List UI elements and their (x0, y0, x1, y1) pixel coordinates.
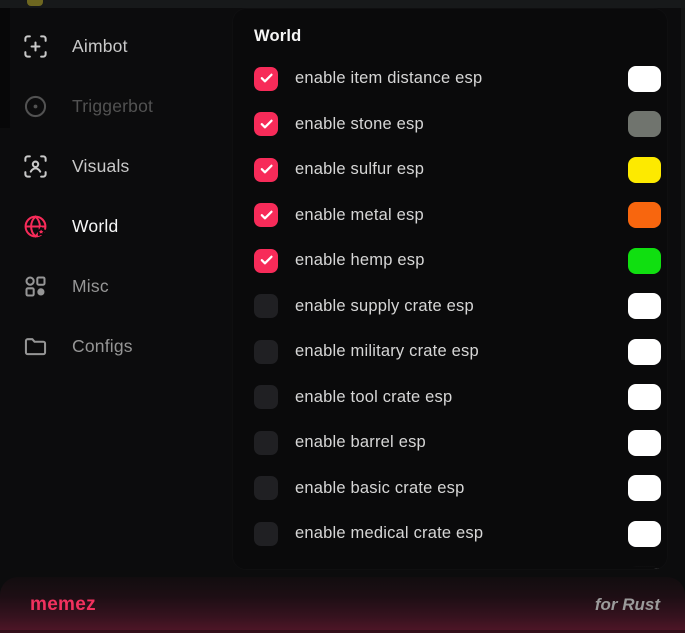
esp-color-swatch[interactable] (628, 202, 661, 228)
esp-option-label: enable stone esp (295, 115, 628, 134)
esp-color-swatch[interactable] (628, 248, 661, 274)
esp-option-label: enable metal esp (295, 206, 628, 225)
brand-tagline: for Rust (595, 595, 660, 615)
esp-option-row-enable-basic-crate-esp: enable basic crate esp (233, 466, 667, 512)
sidebar-item-visuals[interactable]: Visuals (0, 136, 232, 196)
circle-dot-icon (22, 93, 49, 120)
esp-option-label: enable medical crate esp (295, 524, 628, 543)
esp-checkbox[interactable] (254, 476, 278, 500)
background-top-strip (0, 0, 685, 8)
esp-option-row-enable-barrel-esp: enable barrel esp (233, 420, 667, 466)
esp-option-label: enable hemp esp (295, 251, 628, 270)
background-right-edge (681, 0, 685, 360)
background-artifact (27, 0, 43, 6)
esp-checkbox[interactable] (254, 294, 278, 318)
esp-option-row-enable-tool-crate-esp: enable tool crate esp (233, 375, 667, 421)
sidebar-item-misc[interactable]: Misc (0, 256, 232, 316)
brand-name: memez (30, 594, 96, 616)
checkmark-icon (259, 162, 274, 177)
esp-color-swatch[interactable] (628, 475, 661, 501)
sidebar: Aimbot Triggerbot Visuals World Misc Con… (0, 8, 232, 577)
esp-color-swatch[interactable] (628, 66, 661, 92)
footer-bar: memez for Rust (0, 577, 685, 633)
panel-title: World (254, 24, 667, 48)
esp-option-label: enable barrel esp (295, 433, 628, 452)
sidebar-item-triggerbot[interactable]: Triggerbot (0, 76, 232, 136)
esp-option-row-enable-military-crate-esp: enable military crate esp (233, 329, 667, 375)
sidebar-item-label: Configs (72, 336, 133, 357)
esp-color-swatch[interactable] (628, 521, 661, 547)
checkmark-icon (259, 71, 274, 86)
esp-option-row-enable-item-distance-esp: enable item distance esp (233, 56, 667, 102)
esp-checkbox[interactable] (254, 340, 278, 364)
esp-color-swatch[interactable] (628, 430, 661, 456)
esp-checkbox[interactable] (254, 67, 278, 91)
esp-checkbox[interactable] (254, 203, 278, 227)
sidebar-item-label: Triggerbot (72, 96, 153, 117)
esp-checkbox[interactable] (254, 158, 278, 182)
sidebar-item-label: Aimbot (72, 36, 128, 57)
esp-option-label: enable tool crate esp (295, 388, 628, 407)
esp-options-list: enable item distance esp enable stone es… (233, 56, 667, 570)
sidebar-item-configs[interactable]: Configs (0, 316, 232, 376)
esp-option-label: enable supply crate esp (295, 297, 628, 316)
esp-checkbox[interactable] (254, 249, 278, 273)
esp-option-label: enable item distance esp (295, 69, 628, 88)
checkmark-icon (259, 253, 274, 268)
sidebar-item-label: Visuals (72, 156, 130, 177)
sidebar-item-label: World (72, 216, 118, 237)
esp-checkbox[interactable] (254, 385, 278, 409)
esp-checkbox[interactable] (254, 522, 278, 546)
esp-option-label: enable military crate esp (295, 342, 628, 361)
sidebar-item-world[interactable]: World (0, 196, 232, 256)
esp-option-row-enable-metal-esp: enable metal esp (233, 193, 667, 239)
esp-option-row-enable-stone-esp: enable stone esp (233, 102, 667, 148)
esp-option-label: enable basic crate esp (295, 479, 628, 498)
folder-icon (22, 333, 49, 360)
crosshair-scan-icon (22, 33, 49, 60)
shapes-grid-icon (22, 273, 49, 300)
esp-checkbox[interactable] (254, 431, 278, 455)
esp-option-label: enable sulfur esp (295, 160, 628, 179)
esp-color-swatch[interactable] (628, 293, 661, 319)
globe-star-icon (22, 213, 49, 240)
esp-checkbox[interactable] (254, 567, 278, 570)
checkmark-icon (259, 117, 274, 132)
esp-option-row-enable-sulfur-esp: enable sulfur esp (233, 147, 667, 193)
esp-color-swatch[interactable] (628, 111, 661, 137)
person-scan-icon (22, 153, 49, 180)
esp-option-row-enable-medical-crate-esp: enable medical crate esp (233, 511, 667, 557)
checkmark-icon (259, 208, 274, 223)
sidebar-item-aimbot[interactable]: Aimbot (0, 16, 232, 76)
esp-color-swatch[interactable] (628, 384, 661, 410)
esp-color-swatch[interactable] (628, 566, 661, 570)
esp-option-row-enable-supply-crate-esp: enable supply crate esp (233, 284, 667, 330)
esp-checkbox[interactable] (254, 112, 278, 136)
esp-color-swatch[interactable] (628, 339, 661, 365)
esp-option-row (233, 557, 667, 571)
esp-option-row-enable-hemp-esp: enable hemp esp (233, 238, 667, 284)
world-panel: World enable item distance esp enable st… (232, 8, 668, 570)
esp-color-swatch[interactable] (628, 157, 661, 183)
sidebar-item-label: Misc (72, 276, 109, 297)
